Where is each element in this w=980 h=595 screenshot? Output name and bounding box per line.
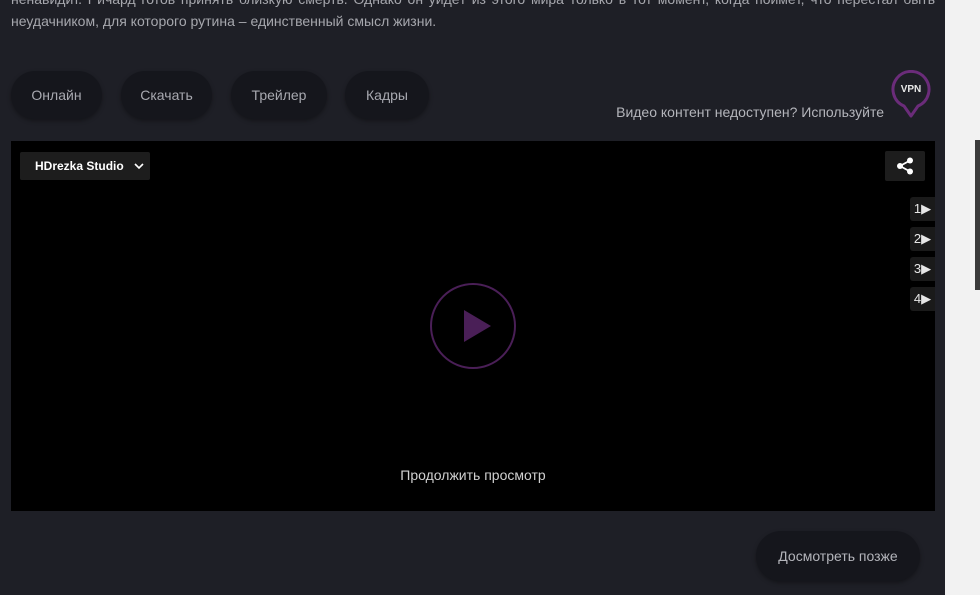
page: ненавидит. Ричард готов принять близкую … bbox=[0, 0, 980, 595]
translator-select[interactable]: HDrezka Studio bbox=[20, 152, 150, 180]
quality-option[interactable]: 4▶ bbox=[910, 287, 935, 311]
translator-label: HDrezka Studio bbox=[35, 159, 124, 173]
share-button[interactable] bbox=[885, 151, 925, 181]
share-icon bbox=[897, 157, 913, 175]
quality-option[interactable]: 2▶ bbox=[910, 227, 935, 251]
video-player[interactable]: HDrezka Studio 1▶ 2▶ 3▶ 4▶ Продолжить пр… bbox=[11, 141, 935, 511]
quality-option[interactable]: 1▶ bbox=[910, 197, 935, 221]
play-icon bbox=[464, 310, 491, 342]
description-line: ненавидит. Ричард готов принять близкую … bbox=[11, 0, 935, 10]
movie-description: ненавидит. Ричард готов принять близкую … bbox=[11, 0, 935, 32]
tab-trailer[interactable]: Трейлер bbox=[231, 71, 327, 119]
vpn-pin-icon: VPN bbox=[891, 69, 931, 118]
page-background-strip bbox=[945, 0, 980, 595]
continue-watching[interactable]: Продолжить просмотр bbox=[323, 467, 623, 483]
tab-frames[interactable]: Кадры bbox=[345, 71, 429, 119]
quality-option[interactable]: 3▶ bbox=[910, 257, 935, 281]
chevron-down-icon bbox=[134, 163, 144, 170]
vpn-badge-label: VPN bbox=[901, 84, 922, 95]
vpn-hint: Видео контент недоступен? Используйте bbox=[616, 104, 884, 120]
description-line: неудачником, для которого рутина – единс… bbox=[11, 13, 437, 29]
watch-later-button[interactable]: Досмотреть позже bbox=[756, 531, 920, 581]
tab-download[interactable]: Скачать bbox=[121, 71, 212, 119]
tab-online[interactable]: Онлайн bbox=[11, 71, 102, 119]
vpn-badge[interactable]: VPN bbox=[891, 69, 931, 118]
play-button[interactable] bbox=[429, 282, 517, 370]
background-image-edge bbox=[975, 140, 980, 290]
